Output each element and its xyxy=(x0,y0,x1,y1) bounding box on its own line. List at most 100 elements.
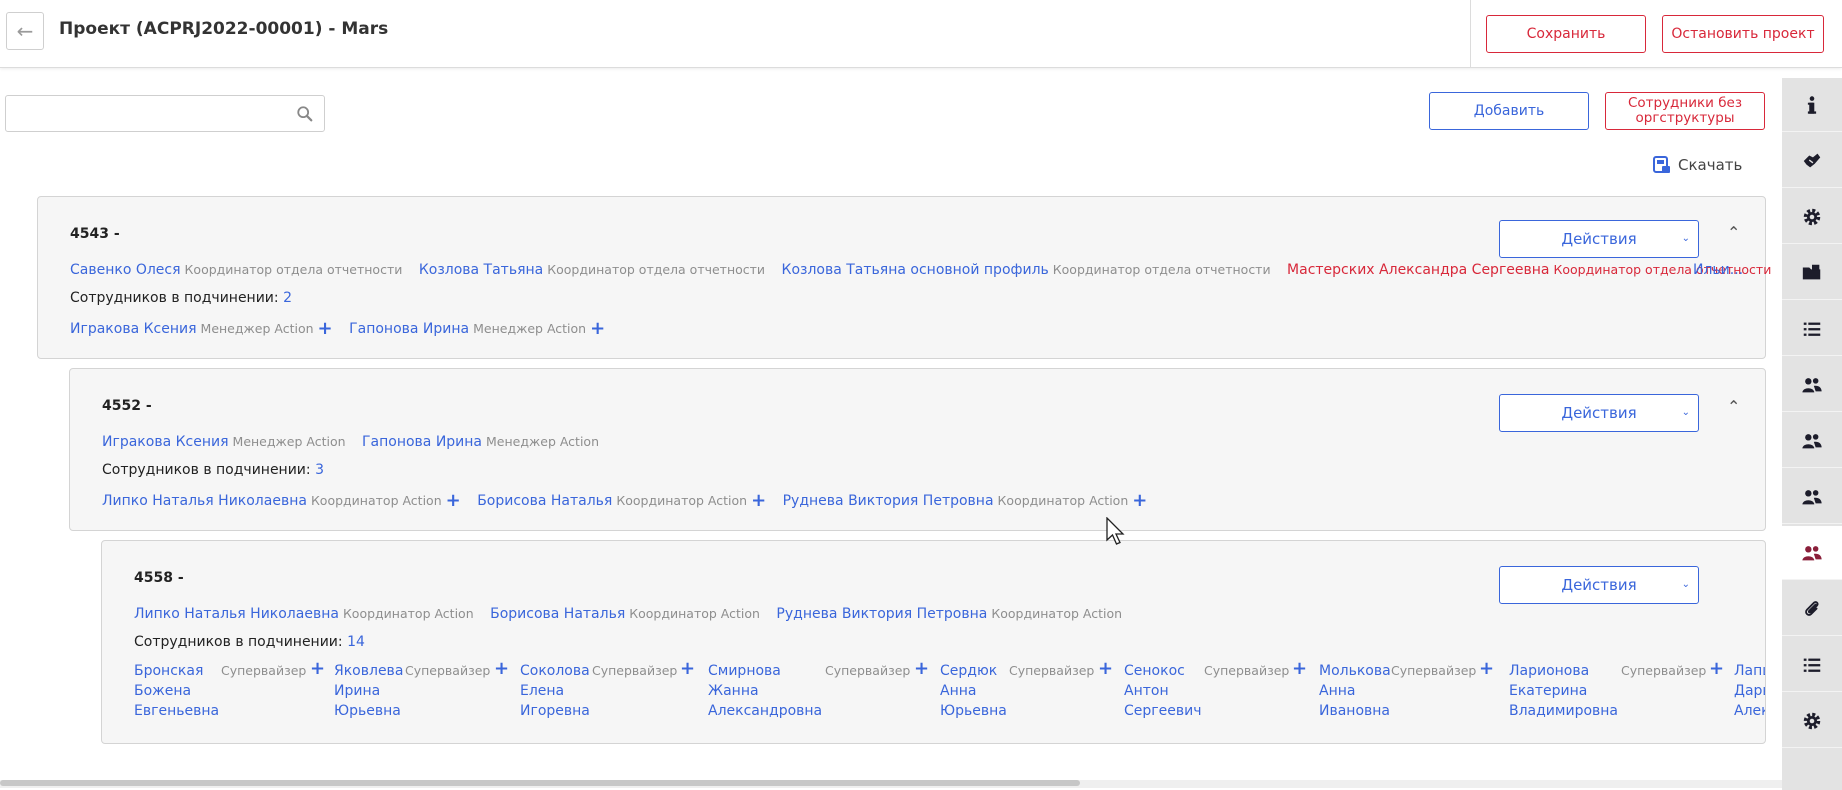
subordinate-item: Гапонова Ирина Менеджер Action + xyxy=(349,318,605,339)
chevron-up-icon[interactable]: ⌃ xyxy=(1727,397,1740,416)
search-icon[interactable] xyxy=(296,105,314,123)
gear-icon xyxy=(1803,712,1821,729)
member-name[interactable]: Игракова Ксения xyxy=(102,434,229,450)
subordinate-name[interactable]: Сердюк xyxy=(940,661,1007,681)
sidebar-item-settings-2[interactable] xyxy=(1782,694,1842,748)
subordinate-name[interactable]: Смирнова xyxy=(708,661,822,681)
sidebar-item-list[interactable] xyxy=(1782,302,1842,356)
subordinate-name[interactable]: Сенокос xyxy=(1124,661,1201,681)
plus-icon[interactable]: + xyxy=(310,659,325,679)
plus-icon[interactable]: + xyxy=(318,318,333,339)
subordinate-name[interactable]: Владимировна xyxy=(1509,701,1618,721)
sidebar-item-deal[interactable] xyxy=(1782,134,1842,188)
plus-icon[interactable]: + xyxy=(914,659,929,679)
subordinate-name[interactable]: Ирина xyxy=(334,681,403,701)
member-item: Руднева Виктория Петровна Координатор Act… xyxy=(776,606,1122,622)
subordinate-name[interactable]: Липко Наталья Николаевна xyxy=(102,493,307,509)
subordinate-name[interactable]: Антон xyxy=(1124,681,1201,701)
sidebar-item-users-3[interactable] xyxy=(1782,470,1842,524)
subordinate-name[interactable]: Екатерина xyxy=(1509,681,1618,701)
subordinate-name[interactable]: Ивановна xyxy=(1319,701,1391,721)
member-item: Козлова Татьяна Координатор отдела отчетн… xyxy=(419,262,765,278)
handshake-icon xyxy=(1803,153,1821,167)
search-input[interactable] xyxy=(14,102,294,126)
chevron-up-icon[interactable]: ⌃ xyxy=(1727,223,1740,242)
subordinate-role: Супервайзер xyxy=(1391,663,1477,678)
subordinate-name[interactable]: Бронская xyxy=(134,661,219,681)
member-name[interactable]: Липко Наталья Николаевна xyxy=(134,606,339,622)
member-item: Гапонова Ирина Менеджер Action xyxy=(362,434,599,450)
subordinate-name[interactable]: Яковлева xyxy=(334,661,403,681)
subordinate-name[interactable]: Александровна xyxy=(708,701,822,721)
subordinate-item: Соколова Елена Игоревна Супервайзер + xyxy=(520,659,695,721)
plus-icon[interactable]: + xyxy=(1292,659,1307,679)
subordinate-name[interactable]: Дарья xyxy=(1734,681,1765,701)
subordinate-name[interactable]: Евгеньевна xyxy=(134,701,219,721)
actions-dropdown[interactable]: Действия ⌄ xyxy=(1499,394,1699,432)
subordinate-name[interactable]: Юрьевна xyxy=(334,701,403,721)
plus-icon[interactable]: + xyxy=(590,318,605,339)
member-name[interactable]: Мастерских Александра Сергеевна xyxy=(1287,262,1549,278)
scrollbar-thumb[interactable] xyxy=(0,780,1080,786)
subordinate-item: Руднева Виктория Петровна Координатор Act… xyxy=(783,490,1148,511)
actions-dropdown[interactable]: Действия ⌄ xyxy=(1499,220,1699,258)
save-button[interactable]: Сохранить xyxy=(1486,15,1646,53)
plus-icon[interactable]: + xyxy=(751,490,766,511)
member-name[interactable]: Руднева Виктория Петровна xyxy=(776,606,987,622)
sidebar-item-users-2[interactable] xyxy=(1782,414,1842,468)
page-title: Проект (ACPRJ2022-00001) - Mars xyxy=(59,19,389,39)
subordinate-name[interactable]: Ларионова xyxy=(1509,661,1618,681)
subordinate-name[interactable]: Игоревна xyxy=(520,701,590,721)
stop-project-button[interactable]: Остановить проект xyxy=(1662,15,1824,53)
subordinate-name[interactable]: Соколова xyxy=(520,661,590,681)
card-title: 4558 - xyxy=(134,570,184,586)
plus-icon[interactable]: + xyxy=(1098,659,1113,679)
subordinate-item: Молькова Анна Ивановна Супервайзер + xyxy=(1319,659,1494,721)
sidebar-item-documents[interactable] xyxy=(1782,246,1842,300)
plus-icon[interactable]: + xyxy=(446,490,461,511)
plus-icon[interactable]: + xyxy=(494,659,509,679)
subordinate-name[interactable]: Борисова Наталья xyxy=(477,493,612,509)
subordinate-count-value[interactable]: 3 xyxy=(315,462,324,478)
subordinate-count-value[interactable]: 2 xyxy=(283,290,292,306)
subordinate-name[interactable]: Анна xyxy=(1319,681,1391,701)
sidebar-item-orgstructure[interactable] xyxy=(1782,526,1842,580)
sidebar-item-list-2[interactable] xyxy=(1782,638,1842,692)
plus-icon[interactable]: + xyxy=(680,659,695,679)
add-button[interactable]: Добавить xyxy=(1429,92,1589,130)
subordinate-name[interactable]: Алекса xyxy=(1734,701,1765,721)
member-name[interactable]: Козлова Татьяна основной профиль xyxy=(782,262,1049,278)
subordinate-role: Менеджер Action xyxy=(200,321,314,336)
sidebar-item-attachments[interactable] xyxy=(1782,582,1842,636)
member-name[interactable]: Гапонова Ирина xyxy=(362,434,482,450)
subordinate-item: Борисова Наталья Координатор Action + xyxy=(477,490,766,511)
subordinate-name[interactable]: Игракова Ксения xyxy=(70,321,197,337)
subordinate-name[interactable]: Жанна xyxy=(708,681,822,701)
sidebar-item-users-1[interactable] xyxy=(1782,358,1842,412)
users-icon xyxy=(1802,377,1822,392)
member-name[interactable]: Козлова Татьяна xyxy=(419,262,543,278)
member-name[interactable]: Ильи... xyxy=(1693,262,1743,278)
member-name[interactable]: Борисова Наталья xyxy=(490,606,625,622)
sidebar-item-settings[interactable] xyxy=(1782,190,1842,244)
member-name[interactable]: Савенко Олеся xyxy=(70,262,181,278)
actions-dropdown[interactable]: Действия ⌄ xyxy=(1499,566,1699,604)
plus-icon[interactable]: + xyxy=(1479,659,1494,679)
plus-icon[interactable]: + xyxy=(1132,490,1147,511)
subordinate-name[interactable]: Лапши xyxy=(1734,661,1765,681)
sidebar-item-info[interactable] xyxy=(1782,78,1842,132)
horizontal-scrollbar[interactable] xyxy=(0,780,1782,788)
back-button[interactable]: ← xyxy=(6,12,44,50)
subordinate-name[interactable]: Божена xyxy=(134,681,219,701)
plus-icon[interactable]: + xyxy=(1709,659,1724,679)
subordinate-name[interactable]: Гапонова Ирина xyxy=(349,321,469,337)
subordinate-count-value[interactable]: 14 xyxy=(347,634,365,650)
download-link[interactable]: Скачать xyxy=(1652,155,1742,175)
subordinate-name[interactable]: Анна xyxy=(940,681,1007,701)
subordinate-name[interactable]: Юрьевна xyxy=(940,701,1007,721)
subordinate-name[interactable]: Руднева Виктория Петровна xyxy=(783,493,994,509)
subordinate-name[interactable]: Сергеевич xyxy=(1124,701,1201,721)
no-orgstructure-button[interactable]: Сотрудники без оргструктуры xyxy=(1605,92,1765,130)
subordinate-name[interactable]: Елена xyxy=(520,681,590,701)
subordinate-name[interactable]: Молькова xyxy=(1319,661,1391,681)
